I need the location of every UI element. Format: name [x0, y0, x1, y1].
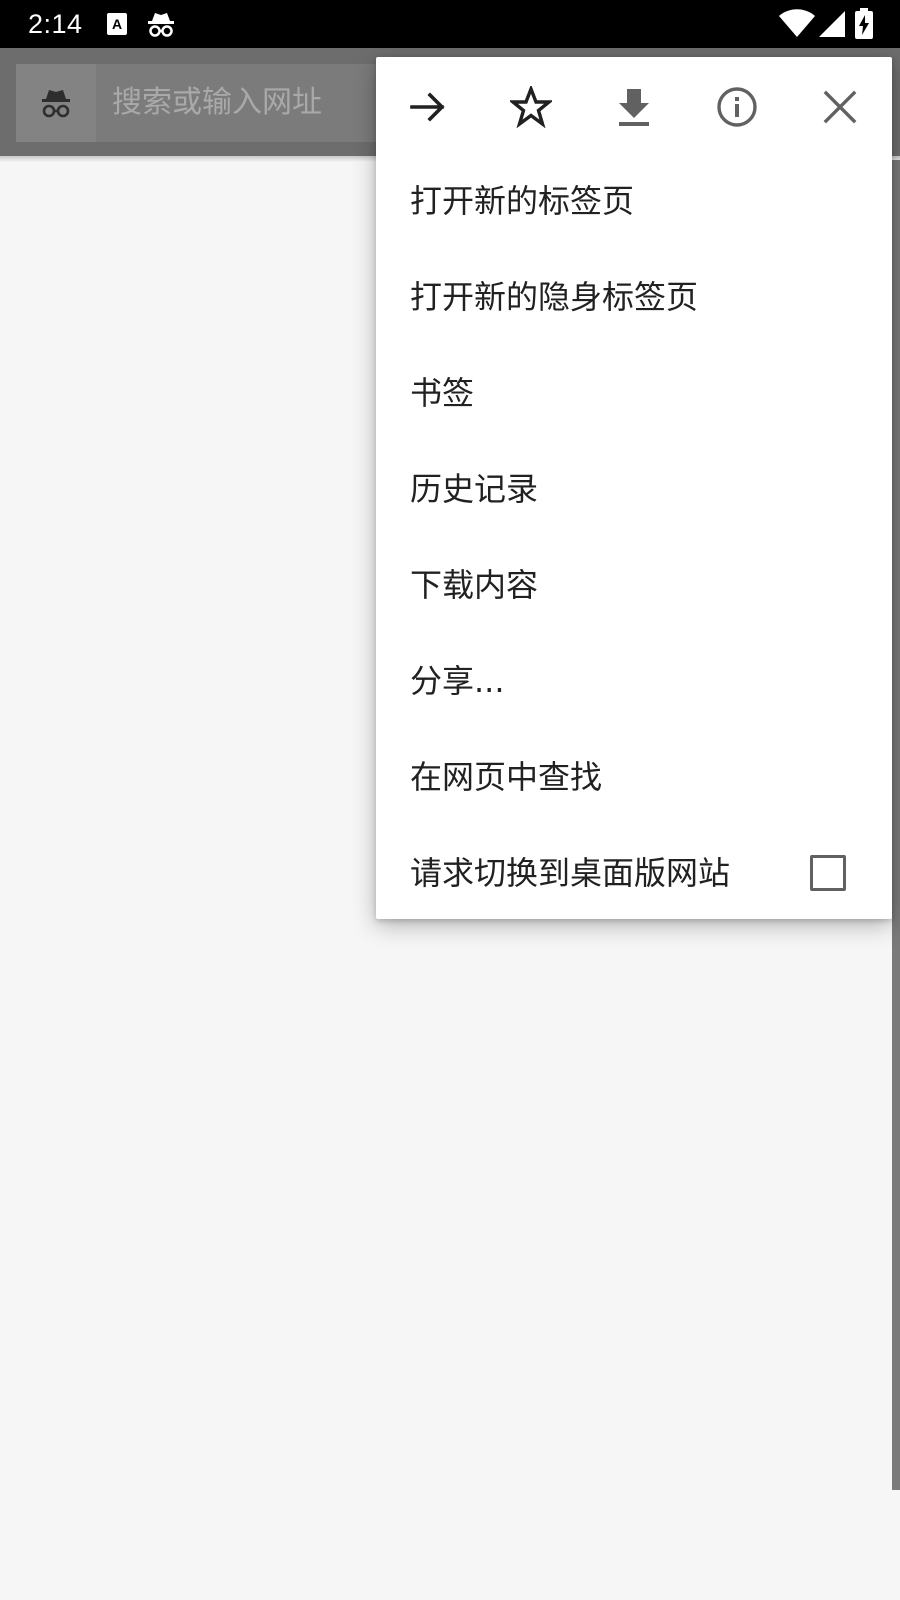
incognito-icon — [42, 90, 70, 118]
page-info-icon — [717, 87, 757, 127]
menu-item-label: 请求切换到桌面版网站 — [410, 854, 731, 892]
wifi-icon — [779, 9, 815, 37]
forward-button[interactable] — [396, 75, 460, 139]
menu-item-share[interactable]: 分享... — [376, 633, 892, 729]
page-info-button[interactable] — [705, 75, 769, 139]
scrollbar[interactable] — [892, 160, 900, 1490]
menu-item-label: 在网页中查找 — [410, 758, 603, 796]
download-button[interactable] — [602, 75, 666, 139]
menu-item-label: 历史记录 — [410, 470, 539, 508]
overflow-menu: 打开新的标签页 打开新的隐身标签页 书签 历史记录 下载内容 分享... 在网页… — [376, 57, 892, 919]
signal-icon — [819, 11, 845, 37]
bookmark-button[interactable] — [499, 75, 563, 139]
menu-item-label: 书签 — [410, 374, 475, 412]
svg-text:A: A — [112, 16, 122, 32]
menu-item-history[interactable]: 历史记录 — [376, 441, 892, 537]
menu-icon-row — [376, 57, 892, 153]
menu-item-new-incognito-tab[interactable]: 打开新的隐身标签页 — [376, 249, 892, 345]
menu-item-downloads[interactable]: 下载内容 — [376, 537, 892, 633]
battery-charging-icon — [855, 8, 873, 39]
desktop-site-checkbox[interactable] — [810, 855, 846, 891]
status-bar: 2:14 A — [0, 0, 900, 48]
status-time: 2:14 — [28, 9, 83, 39]
menu-item-desktop-site[interactable]: 请求切换到桌面版网站 — [376, 825, 892, 921]
close-icon — [823, 90, 857, 124]
menu-item-find-in-page[interactable]: 在网页中查找 — [376, 729, 892, 825]
download-icon — [619, 89, 649, 126]
bookmark-star-icon — [510, 86, 552, 128]
incognito-small-icon — [148, 13, 174, 37]
close-button[interactable] — [808, 75, 872, 139]
menu-item-label: 打开新的隐身标签页 — [410, 278, 699, 316]
menu-item-label: 下载内容 — [410, 566, 539, 604]
menu-item-bookmarks[interactable]: 书签 — [376, 345, 892, 441]
incognito-badge — [16, 64, 96, 142]
keyboard-a-icon: A — [107, 13, 127, 35]
search-input[interactable]: 搜索或输入网址 — [112, 64, 322, 142]
forward-icon — [410, 92, 445, 122]
menu-item-label: 打开新的标签页 — [410, 182, 635, 220]
menu-item-label: 分享... — [410, 662, 505, 700]
menu-item-new-tab[interactable]: 打开新的标签页 — [376, 153, 892, 249]
